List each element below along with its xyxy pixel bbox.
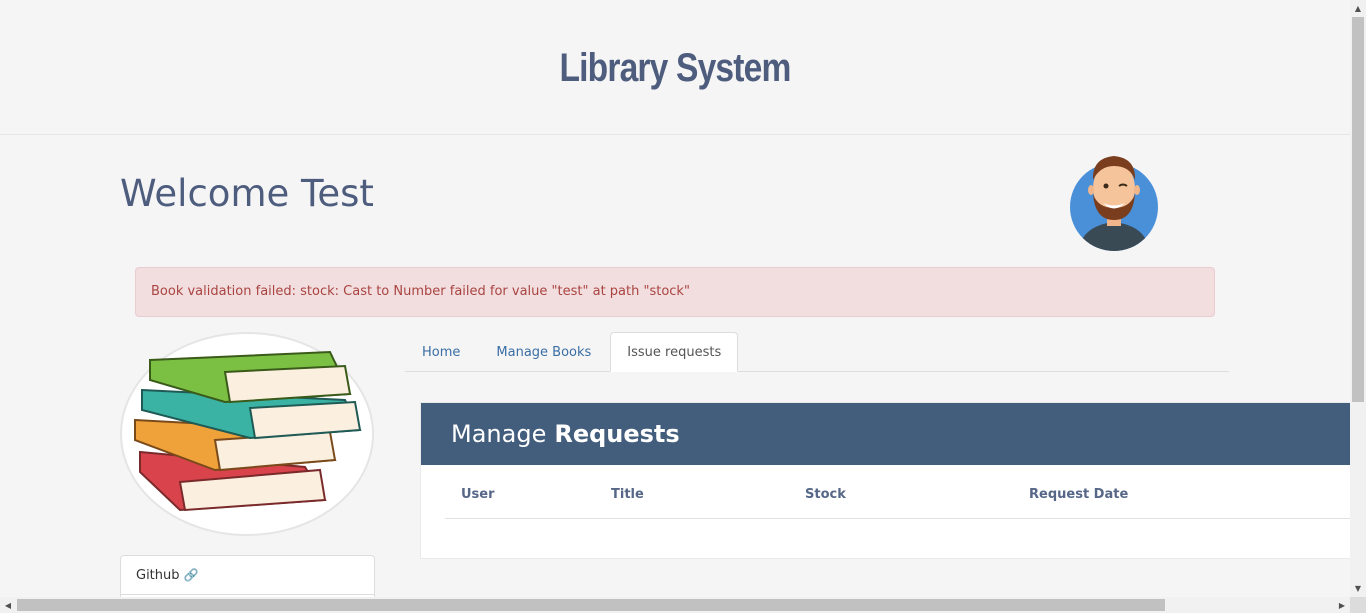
scroll-down-icon[interactable]: ▼: [1350, 580, 1366, 596]
requests-table-header: User Title Stock Request Date: [445, 481, 1351, 519]
horizontal-scrollbar[interactable]: ◀ ▶: [0, 597, 1350, 613]
books-illustration: [120, 332, 375, 537]
tab-home[interactable]: Home: [405, 332, 477, 372]
column-title: Title: [611, 487, 644, 502]
scroll-right-icon[interactable]: ▶: [1334, 597, 1350, 613]
site-header: Library System: [0, 0, 1350, 135]
site-title: Library System: [559, 46, 791, 90]
scrollbar-corner: [1350, 597, 1366, 613]
welcome-heading: Welcome Test: [120, 172, 374, 215]
link-icon: 🔗: [183, 568, 199, 582]
card-title-prefix: Manage: [451, 420, 547, 448]
scroll-left-icon[interactable]: ◀: [0, 597, 16, 613]
horizontal-scroll-thumb[interactable]: [17, 599, 1165, 611]
column-stock: Stock: [805, 487, 846, 502]
vertical-scrollbar[interactable]: ▲ ▼: [1350, 0, 1366, 597]
tab-issue-requests[interactable]: Issue requests: [610, 332, 739, 372]
github-link[interactable]: Github 🔗: [121, 556, 374, 595]
vertical-scroll-thumb[interactable]: [1352, 17, 1364, 402]
manage-requests-card: Manage Requests User Title Stock Request…: [420, 402, 1351, 559]
scroll-up-icon[interactable]: ▲: [1350, 0, 1366, 16]
column-user: User: [461, 487, 495, 502]
tab-manage-books[interactable]: Manage Books: [479, 332, 608, 372]
github-link-label: Github: [136, 567, 180, 583]
nav-tabs: Home Manage Books Issue requests: [405, 332, 1229, 372]
card-header: Manage Requests: [421, 403, 1350, 465]
validation-error-alert: Book validation failed: stock: Cast to N…: [135, 267, 1215, 317]
column-request-date: Request Date: [1029, 487, 1129, 502]
user-avatar: [1070, 150, 1160, 254]
card-title-strong: Requests: [554, 420, 680, 448]
